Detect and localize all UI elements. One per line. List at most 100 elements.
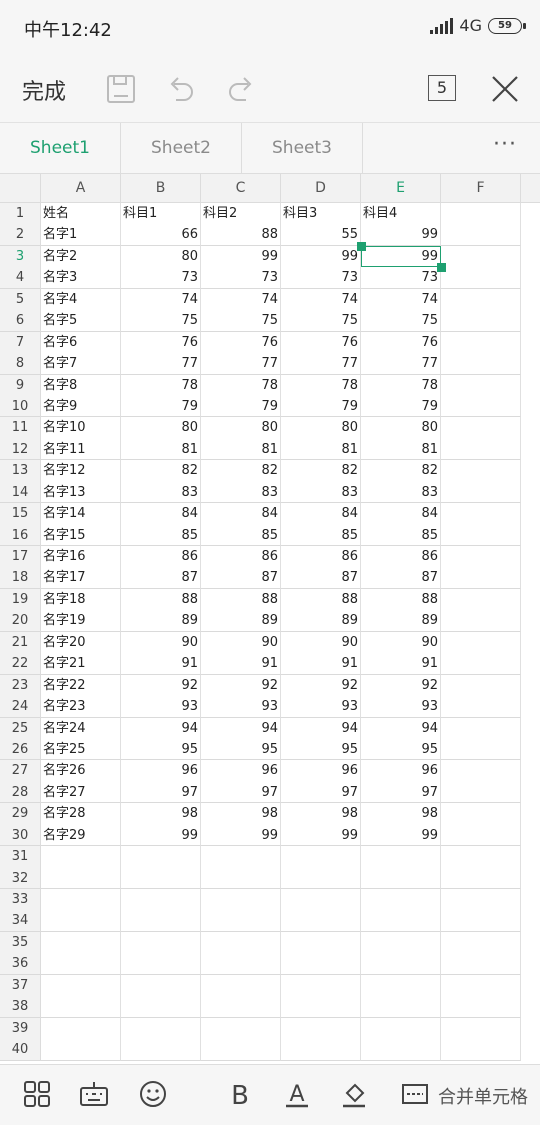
cell-e6[interactable]: 75 — [361, 310, 441, 332]
row-header[interactable]: 19 — [0, 588, 41, 611]
cell-d1[interactable]: 科目3 — [281, 203, 361, 225]
cell-c18[interactable]: 87 — [201, 567, 281, 589]
cell-d10[interactable]: 79 — [281, 395, 361, 418]
cell-f30[interactable] — [441, 824, 521, 847]
cell-a12[interactable]: 名字11 — [41, 438, 121, 461]
cell-d39[interactable] — [281, 1017, 361, 1040]
row-header[interactable]: 23 — [0, 674, 41, 697]
column-header-c[interactable]: C — [201, 174, 281, 202]
cell-e12[interactable]: 81 — [361, 438, 441, 461]
cell-d25[interactable]: 94 — [281, 717, 361, 739]
cell-c16[interactable]: 85 — [201, 524, 281, 546]
cell-a26[interactable]: 名字25 — [41, 738, 121, 761]
cell-f10[interactable] — [441, 395, 521, 418]
row-header[interactable]: 35 — [0, 931, 41, 954]
cell-a8[interactable]: 名字7 — [41, 353, 121, 375]
cell-a40[interactable] — [41, 1039, 121, 1061]
cell-b1[interactable]: 科目1 — [121, 203, 201, 225]
cell-c12[interactable]: 81 — [201, 438, 281, 461]
cell-e16[interactable]: 85 — [361, 524, 441, 546]
cell-b15[interactable]: 84 — [121, 503, 201, 525]
cell-d18[interactable]: 87 — [281, 567, 361, 589]
cell-f23[interactable] — [441, 674, 521, 697]
cell-b35[interactable] — [121, 931, 201, 954]
cell-a32[interactable] — [41, 867, 121, 889]
row-header[interactable]: 10 — [0, 395, 41, 418]
row-header[interactable]: 5 — [0, 288, 41, 311]
cell-f27[interactable] — [441, 760, 521, 782]
row-header[interactable]: 16 — [0, 524, 41, 546]
cell-e15[interactable]: 84 — [361, 503, 441, 525]
fill-color-icon[interactable] — [339, 1079, 369, 1109]
merge-cells-icon[interactable] — [400, 1079, 430, 1109]
cell-e10[interactable]: 79 — [361, 395, 441, 418]
row-header[interactable]: 24 — [0, 696, 41, 718]
emoji-icon[interactable] — [138, 1079, 168, 1109]
cell-e23[interactable]: 92 — [361, 674, 441, 697]
cell-f40[interactable] — [441, 1039, 521, 1061]
cell-c28[interactable]: 97 — [201, 781, 281, 804]
row-header[interactable]: 18 — [0, 567, 41, 589]
cell-c25[interactable]: 94 — [201, 717, 281, 739]
cell-b7[interactable]: 76 — [121, 331, 201, 354]
cell-d12[interactable]: 81 — [281, 438, 361, 461]
cell-b4[interactable]: 73 — [121, 267, 201, 289]
cell-b20[interactable]: 89 — [121, 610, 201, 632]
cell-d35[interactable] — [281, 931, 361, 954]
cell-b34[interactable] — [121, 910, 201, 932]
row-header[interactable]: 31 — [0, 846, 41, 868]
apps-icon[interactable] — [22, 1079, 52, 1109]
cell-f31[interactable] — [441, 846, 521, 868]
cell-e29[interactable]: 98 — [361, 803, 441, 825]
cell-b14[interactable]: 83 — [121, 481, 201, 504]
cell-c24[interactable]: 93 — [201, 696, 281, 718]
cell-b23[interactable]: 92 — [121, 674, 201, 697]
cell-b27[interactable]: 96 — [121, 760, 201, 782]
cell-d30[interactable]: 99 — [281, 824, 361, 847]
cell-f33[interactable] — [441, 889, 521, 911]
cell-f26[interactable] — [441, 738, 521, 761]
cell-f11[interactable] — [441, 417, 521, 439]
cell-f5[interactable] — [441, 288, 521, 311]
cell-e20[interactable]: 89 — [361, 610, 441, 632]
cell-a15[interactable]: 名字14 — [41, 503, 121, 525]
cell-a29[interactable]: 名字28 — [41, 803, 121, 825]
cell-a39[interactable] — [41, 1017, 121, 1040]
row-header[interactable]: 36 — [0, 953, 41, 975]
cell-d21[interactable]: 90 — [281, 631, 361, 654]
cell-e5[interactable]: 74 — [361, 288, 441, 311]
cell-f7[interactable] — [441, 331, 521, 354]
cell-b3[interactable]: 80 — [121, 245, 201, 268]
column-header-b[interactable]: B — [121, 174, 201, 202]
column-header-d[interactable]: D — [281, 174, 361, 202]
cell-f15[interactable] — [441, 503, 521, 525]
cell-c22[interactable]: 91 — [201, 653, 281, 675]
cell-d7[interactable]: 76 — [281, 331, 361, 354]
cell-a6[interactable]: 名字5 — [41, 310, 121, 332]
cell-e14[interactable]: 83 — [361, 481, 441, 504]
cell-a38[interactable] — [41, 996, 121, 1018]
cell-d23[interactable]: 92 — [281, 674, 361, 697]
cell-d14[interactable]: 83 — [281, 481, 361, 504]
cell-e36[interactable] — [361, 953, 441, 975]
tab-sheet2[interactable]: Sheet2 — [121, 123, 241, 173]
cell-d36[interactable] — [281, 953, 361, 975]
column-header-e[interactable]: E — [361, 174, 441, 202]
cell-e18[interactable]: 87 — [361, 567, 441, 589]
cell-f18[interactable] — [441, 567, 521, 589]
close-icon[interactable] — [488, 72, 522, 106]
cell-f9[interactable] — [441, 374, 521, 396]
cell-d28[interactable]: 97 — [281, 781, 361, 804]
cell-d26[interactable]: 95 — [281, 738, 361, 761]
cell-a1[interactable]: 姓名 — [41, 203, 121, 225]
cell-e32[interactable] — [361, 867, 441, 889]
row-header[interactable]: 27 — [0, 760, 41, 782]
cell-a7[interactable]: 名字6 — [41, 331, 121, 354]
cell-e21[interactable]: 90 — [361, 631, 441, 654]
cell-f2[interactable] — [441, 224, 521, 246]
cell-a17[interactable]: 名字16 — [41, 546, 121, 568]
cell-d13[interactable]: 82 — [281, 460, 361, 482]
cell-a33[interactable] — [41, 889, 121, 911]
cell-c6[interactable]: 75 — [201, 310, 281, 332]
cell-f14[interactable] — [441, 481, 521, 504]
